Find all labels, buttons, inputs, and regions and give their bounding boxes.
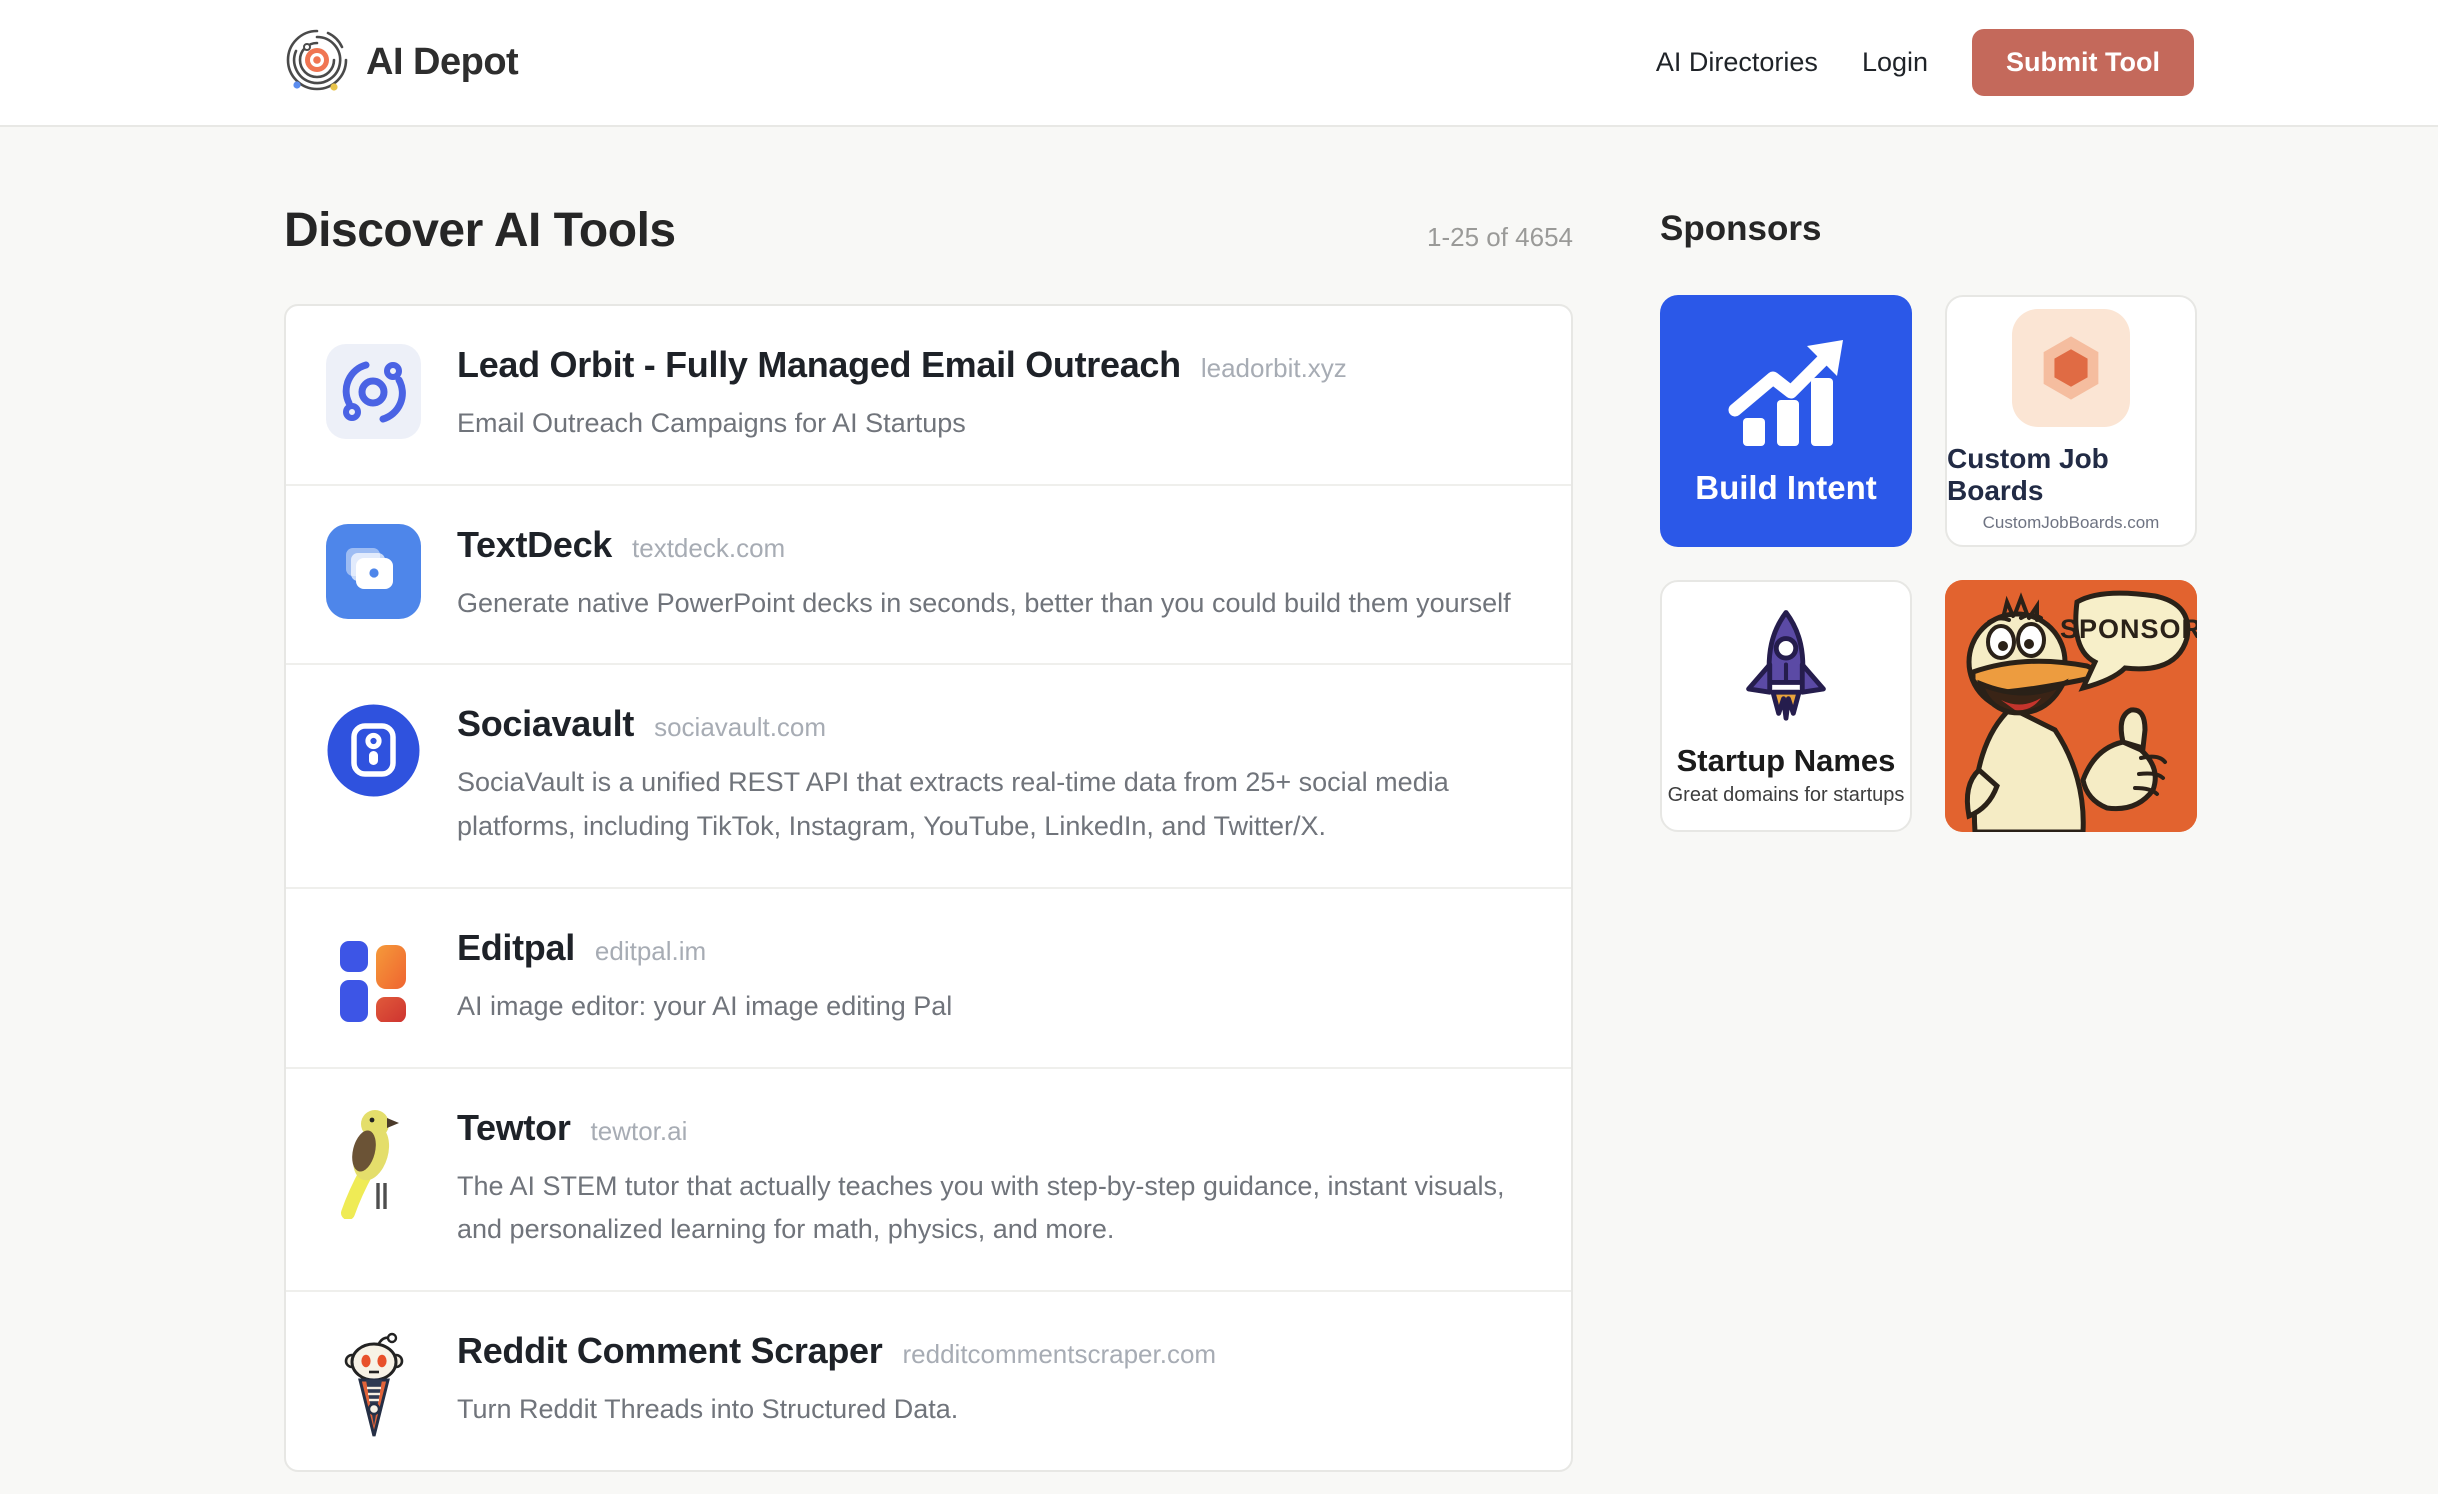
tool-row-reddit-comment-scraper[interactable]: Reddit Comment Scraper redditcommentscra… xyxy=(286,1290,1571,1470)
tools-header-row: Discover AI Tools 1-25 of 4654 xyxy=(284,203,1573,258)
tools-column: Discover AI Tools 1-25 of 4654 xyxy=(284,203,1573,1472)
sponsor-card-custom-job-boards[interactable]: Custom Job Boards CustomJobBoards.com xyxy=(1945,295,2197,547)
sponsor-label: Build Intent xyxy=(1695,469,1876,507)
slides-deck-icon xyxy=(326,524,421,619)
nav-ai-directories-link[interactable]: AI Directories xyxy=(1656,47,1818,78)
yellow-bird-icon xyxy=(326,1107,421,1202)
tool-domain: leadorbit.xyz xyxy=(1201,353,1347,384)
tool-description: The AI STEM tutor that actually teaches … xyxy=(457,1165,1531,1252)
tool-description: AI image editor: your AI image editing P… xyxy=(457,985,1531,1029)
tool-info: Tewtor tewtor.ai The AI STEM tutor that … xyxy=(457,1107,1531,1252)
sponsors-column: Sponsors Build Intent xyxy=(1660,203,2197,1472)
sponsor-sublabel: CustomJobBoards.com xyxy=(1983,513,2160,533)
sponsor-card-build-intent[interactable]: Build Intent xyxy=(1660,295,1912,547)
nav-login-link[interactable]: Login xyxy=(1862,47,1928,78)
sponsor-label: Custom Job Boards xyxy=(1947,443,2195,507)
reddit-alien-drill-icon xyxy=(326,1330,421,1425)
header-nav: AI Directories Login Submit Tool xyxy=(1656,29,2194,96)
page-content: Discover AI Tools 1-25 of 4654 xyxy=(0,127,2438,1472)
tool-description: Generate native PowerPoint decks in seco… xyxy=(457,582,1531,626)
tool-domain: textdeck.com xyxy=(632,533,785,564)
tool-description: SociaVault is a unified REST API that ex… xyxy=(457,761,1531,848)
tool-info: Editpal editpal.im AI image editor: your… xyxy=(457,927,1531,1029)
vault-lock-icon xyxy=(326,703,421,798)
tool-row-textdeck[interactable]: TextDeck textdeck.com Generate native Po… xyxy=(286,484,1571,664)
tool-description: Email Outreach Campaigns for AI Startups xyxy=(457,402,1531,446)
top-navigation-bar: AI Depot AI Directories Login Submit Too… xyxy=(0,0,2438,127)
submit-tool-button[interactable]: Submit Tool xyxy=(1972,29,2194,96)
color-blocks-icon xyxy=(326,927,421,1022)
tool-title: TextDeck xyxy=(457,524,612,566)
tool-title: Editpal xyxy=(457,927,575,969)
tool-title: Reddit Comment Scraper xyxy=(457,1330,883,1372)
hexagon-layers-icon xyxy=(2012,309,2130,427)
sponsor-grid: Build Intent Custom Job Boards CustomJob… xyxy=(1660,295,2197,832)
tool-title: Tewtor xyxy=(457,1107,571,1149)
sponsor-card-startup-names[interactable]: Startup Names Great domains for startups xyxy=(1660,580,1912,832)
sponsors-title: Sponsors xyxy=(1660,209,2197,249)
tool-domain: redditcommentscraper.com xyxy=(903,1339,1217,1370)
bar-chart-growth-icon xyxy=(1721,336,1851,459)
tool-domain: sociavault.com xyxy=(654,712,826,743)
brand-name: AI Depot xyxy=(366,41,518,84)
sponsor-bubble-text: Sponsor xyxy=(2060,614,2197,644)
tool-description: Turn Reddit Threads into Structured Data… xyxy=(457,1388,1531,1432)
tool-domain: editpal.im xyxy=(595,936,706,967)
orbit-icon xyxy=(326,344,421,439)
tool-info: Lead Orbit - Fully Managed Email Outreac… xyxy=(457,344,1531,446)
sponsor-label: Startup Names xyxy=(1677,743,1896,779)
tool-info: Reddit Comment Scraper redditcommentscra… xyxy=(457,1330,1531,1432)
result-count: 1-25 of 4654 xyxy=(1427,222,1573,253)
page-title: Discover AI Tools xyxy=(284,203,676,258)
tool-title: Sociavault xyxy=(457,703,634,745)
tool-row-sociavault[interactable]: Sociavault sociavault.com SociaVault is … xyxy=(286,663,1571,886)
tool-info: Sociavault sociavault.com SociaVault is … xyxy=(457,703,1531,848)
orbit-target-logo-icon xyxy=(284,27,350,98)
purple-rocket-icon xyxy=(1735,606,1837,733)
tool-info: TextDeck textdeck.com Generate native Po… xyxy=(457,524,1531,626)
brand-home-link[interactable]: AI Depot xyxy=(284,27,518,98)
tool-title: Lead Orbit - Fully Managed Email Outreac… xyxy=(457,344,1181,386)
sponsor-card-duck-mascot[interactable]: Sponsor xyxy=(1945,580,2197,832)
tool-domain: tewtor.ai xyxy=(591,1116,688,1147)
tool-row-tewtor[interactable]: Tewtor tewtor.ai The AI STEM tutor that … xyxy=(286,1067,1571,1290)
sponsor-sublabel: Great domains for startups xyxy=(1668,784,1905,807)
tool-row-editpal[interactable]: Editpal editpal.im AI image editor: your… xyxy=(286,887,1571,1067)
tool-row-lead-orbit[interactable]: Lead Orbit - Fully Managed Email Outreac… xyxy=(286,306,1571,484)
duck-mascot-icon: Sponsor xyxy=(1945,580,2197,832)
tool-list: Lead Orbit - Fully Managed Email Outreac… xyxy=(284,304,1573,1472)
